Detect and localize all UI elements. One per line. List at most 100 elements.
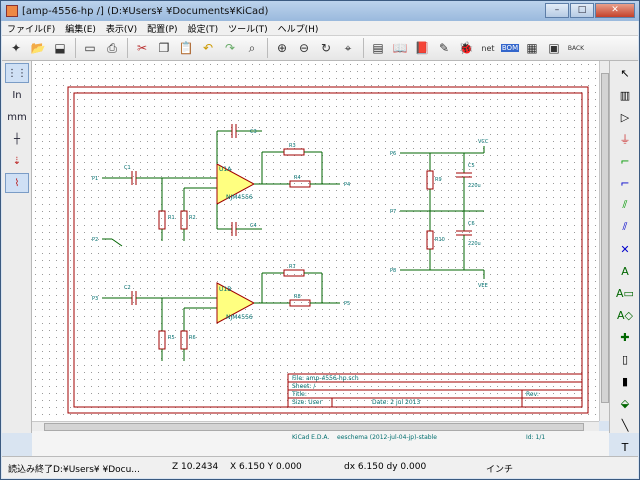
wire-to-bus-icon[interactable]: ⫽	[613, 195, 637, 215]
open-schematic-icon[interactable]: 📂	[28, 38, 48, 58]
bus-to-bus-icon[interactable]: ⫽	[613, 217, 637, 237]
title-bar[interactable]: [amp-4556-hp /] (D:¥Users¥ ¥Documents¥Ki…	[1, 1, 639, 21]
place-wire-icon[interactable]: ⌐	[613, 151, 637, 171]
c6-value: 220u	[468, 241, 481, 247]
hidden-pins-icon[interactable]: ⇣	[5, 151, 29, 171]
app-icon	[6, 5, 18, 17]
import-sheet-pin-icon[interactable]: ▮	[613, 371, 637, 391]
toolbar-separator	[75, 38, 77, 58]
units-mm-button[interactable]: mm	[5, 107, 29, 127]
u1b-ref: U1B	[219, 286, 231, 293]
r8-label: R8	[294, 294, 301, 300]
orthogonal-wire-icon[interactable]: ⌇	[5, 173, 29, 193]
p6-label: P6	[390, 151, 396, 157]
upper-amplifier	[102, 124, 340, 247]
print-icon[interactable]: ⎙	[102, 38, 122, 58]
hierarchy-icon[interactable]: ▥	[613, 85, 637, 105]
page-settings-icon[interactable]: ▭	[80, 38, 100, 58]
sheet-pin-icon[interactable]: ⬙	[613, 393, 637, 413]
p1-label: P1	[92, 176, 98, 182]
library-browser-icon[interactable]: 📕	[412, 38, 432, 58]
tb-eeschema: eeschema (2012-jul-04-jp)-stable	[337, 434, 437, 441]
library-editor-icon[interactable]: 📖	[390, 38, 410, 58]
close-button[interactable]: ✕	[595, 3, 635, 18]
pcbnew-icon[interactable]: ▣	[544, 38, 564, 58]
graphic-line-icon[interactable]: ╲	[613, 415, 637, 435]
hierarchical-sheet-icon[interactable]: ▯	[613, 349, 637, 369]
find-icon[interactable]: ⌕	[242, 38, 262, 58]
new-schematic-icon[interactable]: ✦	[6, 38, 26, 58]
annotate-icon[interactable]: ✎	[434, 38, 454, 58]
tb-kicad: KiCad E.D.A.	[292, 434, 329, 441]
schematic-canvas[interactable]: U1A NJM4556 U1B NJM4556 C1 C2 C3 C4 C5 C…	[32, 61, 599, 421]
r10-label: R10	[435, 237, 445, 243]
c3-label: C3	[250, 129, 257, 135]
cursor-shape-icon[interactable]: ┼	[5, 129, 29, 149]
p2-label: P2	[92, 237, 98, 243]
menu-view[interactable]: 表示(V)	[101, 22, 142, 35]
zoom-fit-icon[interactable]: ⌖	[338, 38, 358, 58]
r2-label: R2	[189, 215, 196, 221]
undo-icon[interactable]: ↶	[198, 38, 218, 58]
u1b-value: NJM4556	[226, 314, 253, 321]
menu-help[interactable]: ヘルプ(H)	[273, 22, 324, 35]
left-toolbar: ⋮⋮ In mm ┼ ⇣ ⌇	[2, 61, 32, 433]
c2-label: C2	[124, 285, 131, 291]
copy-icon[interactable]: ❐	[154, 38, 174, 58]
menu-place[interactable]: 配置(P)	[142, 22, 182, 35]
main-toolbar: ✦ 📂 ⬓ ▭ ⎙ ✂ ❐ 📋 ↶ ↷ ⌕ ⊕ ⊖ ↻ ⌖ ▤ 📖 📕 ✎ 🐞 …	[2, 36, 638, 61]
title-block-bottom: KiCad E.D.A. eeschema (2012-jul-04-jp)-s…	[292, 434, 545, 441]
message-panel: KiCad E.D.A. eeschema (2012-jul-04-jp)-s…	[32, 431, 609, 456]
r9-label: R9	[435, 177, 442, 183]
p5-label: P5	[344, 301, 350, 307]
place-net-label-icon[interactable]: A	[613, 261, 637, 281]
bom-icon[interactable]: BOM	[500, 38, 520, 58]
menu-file[interactable]: ファイル(F)	[2, 22, 60, 35]
netlist-icon[interactable]: net	[478, 38, 498, 58]
vee-label: VEE	[478, 283, 488, 289]
minimize-button[interactable]: –	[545, 3, 569, 18]
menu-tools[interactable]: ツール(T)	[223, 22, 273, 35]
status-message: 読込み終了D:¥Users¥ ¥Docu...	[8, 465, 140, 475]
units-inch-button[interactable]: In	[5, 85, 29, 105]
zoom-out-icon[interactable]: ⊖	[294, 38, 314, 58]
grid-toggle-icon[interactable]: ⋮⋮	[5, 63, 29, 83]
back-annotate-icon[interactable]: BACK	[566, 38, 586, 58]
place-power-icon[interactable]: ⏚	[613, 129, 637, 149]
status-cursor-xy: X 6.150 Y 0.000	[230, 462, 302, 472]
place-bus-icon[interactable]: ⌐	[613, 173, 637, 193]
save-schematic-icon[interactable]: ⬓	[50, 38, 70, 58]
window-title: [amp-4556-hp /] (D:¥Users¥ ¥Documents¥Ki…	[22, 5, 269, 17]
redo-icon[interactable]: ↷	[220, 38, 240, 58]
place-junction-icon[interactable]: ✚	[613, 327, 637, 347]
tb-file: File: amp-4556-hp.sch	[292, 375, 359, 382]
place-text-icon[interactable]: T	[613, 437, 637, 457]
global-label-icon[interactable]: A▭	[613, 283, 637, 303]
lower-amplifier	[102, 269, 340, 361]
menu-edit[interactable]: 編集(E)	[60, 22, 101, 35]
horizontal-scroll-thumb[interactable]	[44, 423, 584, 431]
no-connect-icon[interactable]: ✕	[613, 239, 637, 259]
redraw-icon[interactable]: ↻	[316, 38, 336, 58]
status-bar: 読込み終了D:¥Users¥ ¥Docu... Z 10.2434 X 6.15…	[2, 456, 638, 478]
cvpcb-icon[interactable]: ▦	[522, 38, 542, 58]
hierarchical-label-icon[interactable]: A◇	[613, 305, 637, 325]
paste-icon[interactable]: 📋	[176, 38, 196, 58]
zoom-in-icon[interactable]: ⊕	[272, 38, 292, 58]
r7-label: R7	[289, 264, 296, 270]
maximize-button[interactable]: □	[570, 3, 594, 18]
units-inch-label: In	[12, 89, 22, 101]
vertical-scrollbar[interactable]	[599, 61, 609, 421]
menu-preferences[interactable]: 設定(T)	[183, 22, 224, 35]
c6-label: C6	[468, 221, 475, 227]
r4-label: R4	[294, 175, 301, 181]
select-arrow-icon[interactable]: ↖	[613, 63, 637, 83]
units-mm-label: mm	[7, 111, 27, 123]
place-component-icon[interactable]: ▷	[613, 107, 637, 127]
horizontal-scrollbar[interactable]	[32, 421, 599, 431]
cut-icon[interactable]: ✂	[132, 38, 152, 58]
hierarchy-navigator-icon[interactable]: ▤	[368, 38, 388, 58]
app-window: [amp-4556-hp /] (D:¥Users¥ ¥Documents¥Ki…	[0, 0, 640, 480]
vertical-scroll-thumb[interactable]	[601, 73, 609, 403]
erc-icon[interactable]: 🐞	[456, 38, 476, 58]
